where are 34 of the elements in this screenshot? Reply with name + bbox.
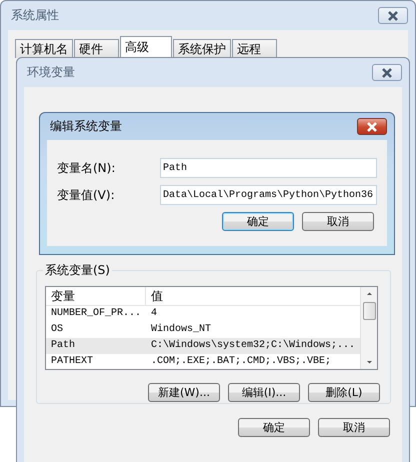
list-row[interactable]: Path C:\Windows\system32;C:\Windows;... — [46, 338, 360, 354]
close-icon — [365, 122, 379, 132]
scrollbar-thumb[interactable] — [362, 302, 376, 320]
dialog-button[interactable]: 编辑(I)... — [228, 383, 300, 402]
list-row[interactable]: NUMBER_OF_PR... 4 — [46, 306, 360, 322]
window-title: 编辑系统变量 — [50, 118, 122, 135]
list-row[interactable]: OS Windows_NT — [46, 322, 360, 338]
window-title: 系统属性 — [11, 7, 59, 24]
column-header[interactable]: 值 — [146, 287, 163, 305]
close-icon — [386, 10, 400, 20]
close-button[interactable] — [372, 64, 402, 81]
window-title: 环境变量 — [27, 64, 75, 81]
tab[interactable]: 高级 — [120, 36, 172, 58]
dialog-button[interactable]: 取消 — [318, 418, 390, 437]
close-icon — [380, 68, 394, 78]
list-row[interactable]: PATHEXT .COM;.EXE;.BAT;.CMD;.VBS;.VBE; — [46, 354, 360, 369]
field-label: 变量值(V): — [57, 186, 116, 204]
input-field[interactable]: Path — [160, 158, 377, 178]
dialog-button[interactable]: 取消 — [302, 212, 374, 231]
dialog-button[interactable]: 删除(L) — [308, 383, 380, 402]
column-header[interactable]: 变量 — [46, 287, 146, 305]
field-label: 变量名(N): — [57, 160, 116, 176]
dialog-button[interactable]: 确定 — [222, 212, 294, 231]
tab[interactable]: 计算机名 — [15, 39, 73, 58]
group-label: 系统变量(S) — [44, 262, 111, 279]
dialog-button[interactable]: 新建(W)... — [148, 383, 220, 402]
close-button[interactable] — [378, 7, 408, 24]
dialog-button[interactable]: 确定 — [238, 418, 310, 437]
tab[interactable]: 硬件 — [74, 39, 119, 58]
tab[interactable]: 系统保护 — [173, 39, 231, 58]
input-field[interactable]: Data\Local\Programs\Python\Python36 — [160, 185, 377, 205]
tab[interactable]: 远程 — [232, 39, 277, 58]
scrollbar[interactable] — [360, 287, 377, 369]
close-button[interactable] — [357, 118, 387, 135]
